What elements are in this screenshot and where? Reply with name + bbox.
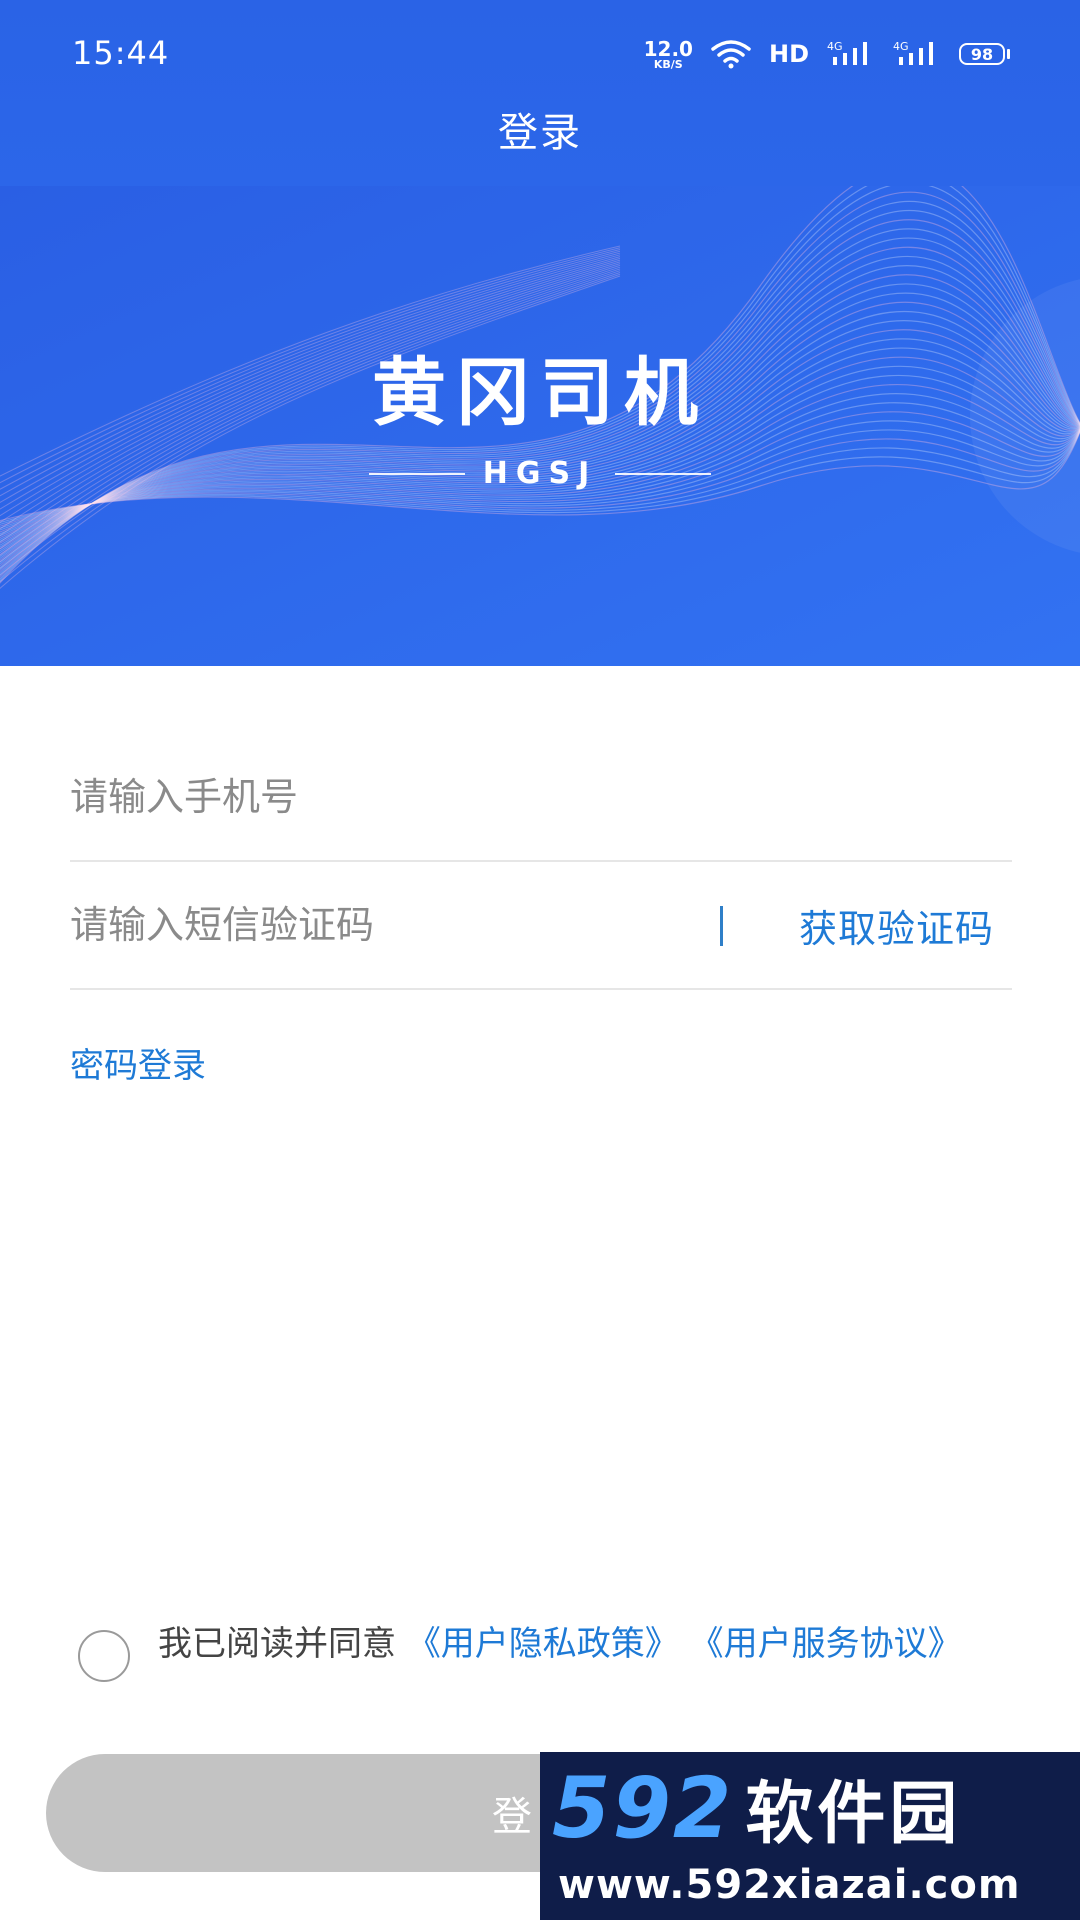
status-bar: 15:44 12.0 KB/S HD 4G 4G 98 — [0, 0, 1080, 104]
page-title: 登录 — [498, 110, 582, 156]
brand-name: 黄冈司机 — [372, 350, 708, 436]
network-type-1: 4G — [827, 40, 843, 53]
brand-line-left — [368, 472, 465, 475]
brand-subtitle: HGSJ — [482, 456, 598, 491]
brand-line-right — [615, 472, 712, 475]
phone-field — [70, 734, 1012, 862]
signal-icon-2: 4G — [893, 40, 933, 65]
watermark-url: www.592xiazai.com — [558, 1862, 1021, 1908]
agreement-prefix: 我已阅读并同意 — [158, 1624, 396, 1664]
agreement-checkbox[interactable] — [78, 1630, 130, 1682]
battery-level: 98 — [959, 43, 1005, 65]
agreement-text: 我已阅读并同意 《用户隐私政策》 《用户服务协议》 — [158, 1622, 1018, 1666]
watermark-number: 592 — [552, 1758, 734, 1857]
network-speed-value: 12.0 — [643, 36, 693, 61]
header-background: 15:44 12.0 KB/S HD 4G 4G 98 登录 黄冈司机 HGSJ — [0, 0, 1080, 666]
phone-input[interactable] — [70, 734, 710, 860]
watermark-name: 软件园 — [745, 1775, 962, 1854]
hd-indicator: HD — [768, 40, 809, 68]
status-icons: 12.0 KB/S HD 4G 4G 98 — [644, 34, 1010, 74]
sms-code-field: 获取验证码 — [70, 862, 1012, 990]
wifi-icon — [711, 40, 751, 69]
get-code-button[interactable]: 获取验证码 — [799, 862, 994, 988]
brand-logo: 黄冈司机 HGSJ — [0, 356, 1080, 491]
network-speed: 12.0 KB/S — [644, 39, 693, 70]
battery-icon: 98 — [959, 43, 1010, 65]
sms-code-input[interactable] — [70, 862, 710, 988]
signal-icon-1: 4G — [827, 40, 867, 65]
code-divider — [720, 906, 723, 946]
network-type-2: 4G — [893, 40, 909, 53]
watermark-overlay: 592 软件园 www.592xiazai.com — [540, 1752, 1080, 1920]
banner: 黄冈司机 HGSJ — [0, 186, 1080, 666]
privacy-policy-link[interactable]: 《用户隐私政策》 — [407, 1624, 679, 1664]
service-agreement-link[interactable]: 《用户服务协议》 — [690, 1624, 962, 1664]
password-login-link[interactable]: 密码登录 — [70, 1038, 206, 1087]
network-speed-unit: KB/S — [653, 57, 683, 71]
status-time: 15:44 — [72, 34, 170, 72]
